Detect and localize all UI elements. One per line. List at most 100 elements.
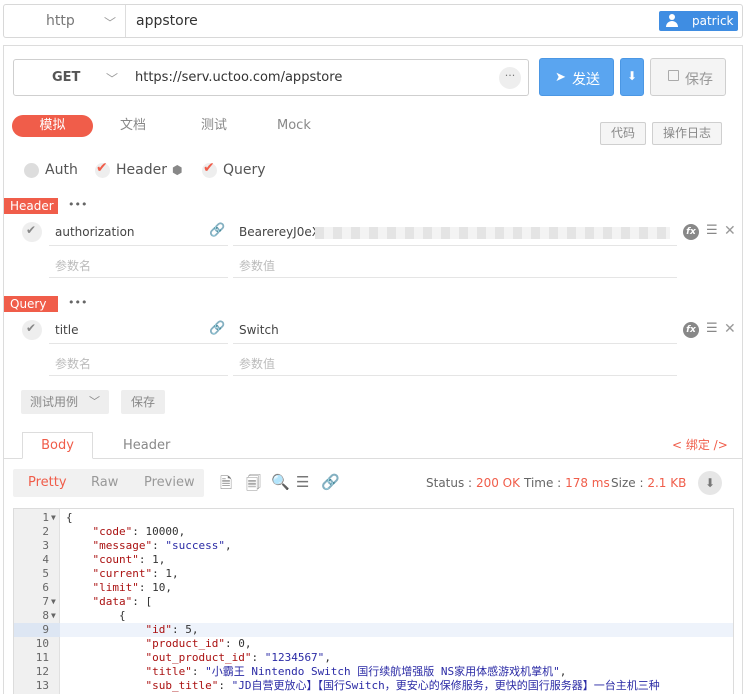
line-number: 13 — [35, 679, 49, 692]
wrap-icon[interactable]: ☰ — [296, 473, 312, 491]
code-line: 10 "product_id": 0, — [14, 637, 733, 651]
close-icon[interactable]: ✕ — [724, 321, 736, 337]
arrow-down-icon: ⬇ — [626, 69, 638, 83]
bind-link[interactable]: < 绑定 /> — [672, 436, 728, 453]
send-button[interactable]: ➤ 发送 — [539, 58, 614, 96]
status-value: 200 OK — [475, 476, 520, 490]
log-button[interactable]: 操作日志 — [652, 122, 722, 145]
header-label: Header — [116, 162, 167, 178]
cube-icon: ⬢ — [172, 163, 183, 177]
query-name-value: title — [55, 323, 79, 337]
tab-response-header[interactable]: Header — [123, 438, 170, 453]
time-readout: Time : 178 ms — [524, 476, 610, 490]
save-icon — [668, 70, 679, 81]
code-text: "sub_title": "JD自营更放心】【国行Switch，更安心的保修服务… — [145, 679, 660, 692]
project-name: appstore — [136, 13, 198, 29]
header-name-new[interactable]: 参数名 — [49, 250, 228, 278]
param-name-placeholder: 参数名 — [55, 357, 92, 371]
code-line: 2 "code": 10000, — [14, 525, 733, 539]
line-number: 3 — [42, 539, 49, 552]
tab-raw[interactable]: Raw — [91, 475, 118, 490]
code-text: "message": "success", — [92, 539, 232, 552]
link-icon[interactable]: 🔗 — [209, 223, 225, 238]
header-value-field[interactable]: BearereyJ0eX — [233, 218, 677, 246]
function-icon[interactable]: fx — [683, 224, 699, 240]
header-name-field[interactable]: authorization 🔗 — [49, 218, 228, 246]
line-number: 7 — [42, 595, 49, 608]
status-readout: Status : 200 OK — [426, 476, 520, 490]
query-row-checkbox[interactable] — [22, 320, 42, 340]
more-icon[interactable]: ••• — [68, 198, 87, 211]
link-icon[interactable]: 🔗 — [321, 473, 340, 491]
query-name-new[interactable]: 参数名 — [49, 348, 228, 376]
tab-mock-run[interactable]: 模拟 — [12, 115, 93, 137]
method-select[interactable]: GET ﹀ — [13, 59, 127, 96]
redacted-token — [315, 227, 670, 239]
line-number: 2 — [42, 525, 49, 538]
chevron-down-icon: ﹀ — [89, 395, 100, 408]
code-line: 1 ▼ { — [14, 511, 733, 525]
fold-arrow-icon[interactable]: ▼ — [51, 595, 56, 609]
drag-handle-icon[interactable]: ☰ — [706, 223, 718, 238]
line-number: 12 — [35, 665, 49, 678]
search-doc-icon[interactable]: 🔍 — [271, 473, 290, 491]
line-number: 10 — [35, 637, 49, 650]
tab-test[interactable]: 测试 — [201, 115, 227, 137]
query-name-field[interactable]: title 🔗 — [49, 316, 228, 344]
param-name-placeholder: 参数名 — [55, 259, 92, 273]
code-line: 11 "out_product_id": "1234567", — [14, 651, 733, 665]
query-value-field[interactable]: Switch — [233, 316, 677, 344]
more-icon[interactable]: ••• — [68, 296, 87, 309]
response-body-editor[interactable]: 1 ▼{2 "code": 10000, 3 "message": "success… — [13, 508, 734, 694]
auth-checkbox[interactable] — [24, 163, 39, 178]
copy-icon[interactable]: 🗐 — [246, 473, 262, 492]
download-icon[interactable]: ⬇ — [698, 471, 722, 495]
top-bar: http ﹀ appstore patrick — [3, 4, 743, 38]
size-label: Size : — [611, 476, 644, 490]
tab-pretty[interactable]: Pretty — [28, 475, 67, 490]
drag-handle-icon[interactable]: ☰ — [706, 321, 718, 336]
fold-arrow-icon[interactable]: ▼ — [51, 609, 56, 623]
query-value-text: Switch — [239, 323, 279, 337]
param-value-placeholder: 参数值 — [239, 259, 276, 273]
tab-preview[interactable]: Preview — [144, 475, 195, 490]
query-value-new[interactable]: 参数值 — [233, 348, 677, 376]
header-row-checkbox[interactable] — [22, 222, 42, 242]
code-line: 4 "count": 1, — [14, 553, 733, 567]
code-text: "count": 1, — [92, 553, 166, 566]
download-button[interactable]: ⬇ — [620, 58, 644, 96]
function-icon[interactable]: fx — [683, 322, 699, 338]
code-text: { — [66, 609, 126, 622]
protocol-select[interactable]: http ﹀ — [4, 5, 126, 37]
query-checkbox[interactable] — [202, 160, 217, 178]
code-line: 9 "id": 5, — [14, 623, 733, 637]
link-icon[interactable]: 🔗 — [209, 321, 225, 336]
header-checkbox[interactable] — [95, 160, 110, 178]
more-icon[interactable]: ··· — [499, 67, 521, 89]
tab-body[interactable]: Body — [22, 432, 93, 459]
tab-docs[interactable]: 文档 — [120, 115, 146, 137]
line-number: 5 — [42, 567, 49, 580]
format-icon[interactable]: 🗎 — [220, 473, 236, 492]
time-label: Time : — [524, 476, 562, 490]
url-input[interactable]: https://serv.uctoo.com/appstore ··· — [126, 59, 529, 96]
testcase-save-button[interactable]: 保存 — [121, 390, 165, 414]
line-number: 6 — [42, 581, 49, 594]
testcase-select[interactable]: 测试用例 ﹀ — [21, 390, 109, 414]
close-icon[interactable]: ✕ — [724, 223, 736, 239]
code-button[interactable]: 代码 — [600, 122, 646, 145]
status-label: Status : — [426, 476, 473, 490]
auth-label: Auth — [45, 162, 78, 178]
fold-arrow-icon[interactable]: ▼ — [51, 511, 56, 525]
testcase-label: 测试用例 — [30, 395, 79, 409]
tab-mock[interactable]: Mock — [277, 115, 311, 137]
code-text: "current": 1, — [92, 567, 179, 580]
chevron-down-icon: ﹀ — [104, 16, 117, 30]
line-number: 1 — [42, 511, 49, 524]
line-number: 11 — [35, 651, 49, 664]
user-badge[interactable]: patrick — [659, 11, 738, 31]
header-value-new[interactable]: 参数值 — [233, 250, 677, 278]
url-text: https://serv.uctoo.com/appstore — [135, 70, 343, 85]
save-button[interactable]: 保存 — [650, 58, 726, 96]
code-line: 7 ▼ "data": [ — [14, 595, 733, 609]
